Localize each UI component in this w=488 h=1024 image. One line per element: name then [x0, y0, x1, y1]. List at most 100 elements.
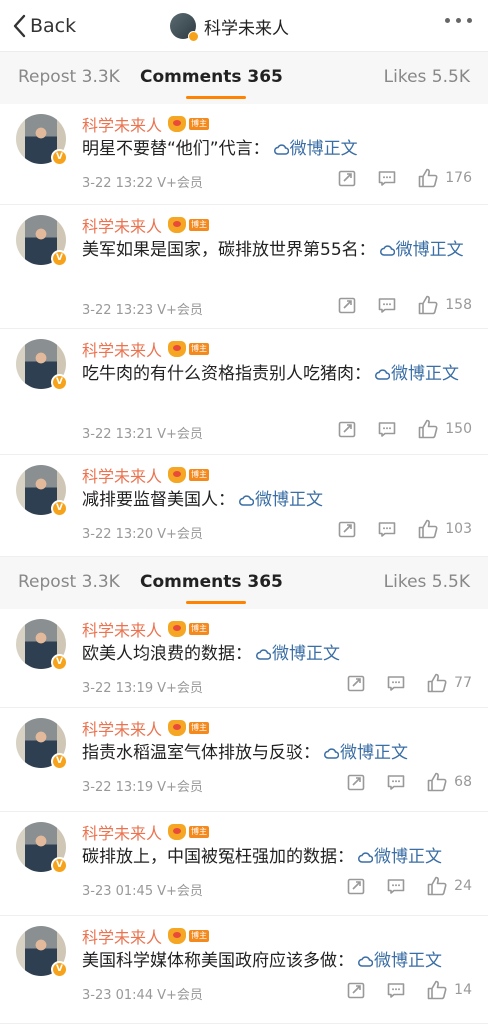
avatar[interactable]: V: [16, 465, 68, 517]
weibo-link[interactable]: 微博正文: [252, 644, 340, 664]
vip-label[interactable]: V+会员: [157, 527, 203, 542]
weibo-link-label: 微博正文: [374, 951, 442, 971]
reply-button[interactable]: [377, 295, 397, 315]
comment-item[interactable]: V 科学未来人 博主 吃牛肉的有什么资格指责别人吃猪肉： 微博正文 3-22 13…: [0, 329, 488, 455]
repost-button[interactable]: [337, 519, 357, 539]
weibo-link[interactable]: 微博正文: [376, 240, 464, 260]
author-tag: 博主: [189, 219, 210, 231]
vip-label[interactable]: V+会员: [157, 176, 203, 191]
vip-label[interactable]: V+会员: [157, 681, 203, 696]
repost-button[interactable]: [346, 772, 366, 792]
weibo-link[interactable]: 微博正文: [270, 139, 358, 159]
comment-meta: 3-22 13:22 V+会员: [82, 172, 203, 191]
author-tag: 博主: [189, 722, 210, 734]
weibo-link[interactable]: 微博正文: [235, 490, 323, 510]
avatar[interactable]: V: [16, 718, 68, 770]
reply-button[interactable]: [386, 772, 406, 792]
thumbs-up-icon: [418, 519, 438, 539]
header-avatar: [170, 13, 199, 42]
comment-time: 3-22 13:20: [82, 527, 154, 542]
vip-label[interactable]: V+会员: [157, 780, 203, 795]
avatar[interactable]: V: [16, 619, 68, 671]
comment-actions: 158: [317, 294, 472, 316]
tab-likes[interactable]: Likes 5.5K: [384, 572, 470, 592]
author-tag: 博主: [189, 623, 210, 635]
comment-author[interactable]: 科学未来人: [82, 213, 162, 237]
weibo-link[interactable]: 微博正文: [354, 951, 442, 971]
comment-item[interactable]: V 科学未来人 博主 指责水稻温室气体排放与反驳： 微博正文 3-22 13:19…: [0, 708, 488, 812]
weibo-link[interactable]: 微博正文: [354, 847, 442, 867]
repost-button[interactable]: [346, 673, 366, 693]
like-button[interactable]: 150: [417, 418, 472, 440]
verified-badge: [188, 31, 199, 42]
reply-button[interactable]: [386, 876, 406, 896]
vip-crown-icon: [168, 824, 187, 840]
avatar[interactable]: V: [16, 339, 68, 391]
comment-author[interactable]: 科学未来人: [82, 112, 162, 136]
comment-text: 美军如果是国家，碳排放世界第55名： 微博正文: [82, 236, 474, 264]
avatar[interactable]: V: [16, 822, 68, 874]
comment-actions: 103: [317, 518, 472, 540]
tab-likes[interactable]: Likes 5.5K: [384, 67, 470, 87]
reply-button[interactable]: [386, 980, 406, 1000]
comment-item[interactable]: V 科学未来人 博主 欧美人均浪费的数据： 微博正文 3-22 13:19 V+会员…: [0, 609, 488, 708]
verified-badge: V: [51, 753, 68, 770]
vip-label[interactable]: V+会员: [157, 427, 203, 442]
tab-comments[interactable]: Comments 365: [140, 572, 283, 592]
thumbs-up-icon: [427, 876, 447, 896]
like-button[interactable]: 176: [417, 167, 472, 189]
comment-body: 美军如果是国家，碳排放世界第55名：: [82, 240, 376, 260]
more-dots-icon[interactable]: [445, 18, 472, 23]
verified-badge: V: [51, 654, 68, 671]
comment-author-row: 科学未来人 博主: [82, 924, 210, 948]
chevron-left-icon: [13, 14, 26, 38]
comment-author[interactable]: 科学未来人: [82, 617, 162, 641]
vip-label[interactable]: V+会员: [157, 988, 203, 1003]
back-button[interactable]: Back: [12, 12, 76, 40]
like-button[interactable]: 158: [417, 294, 472, 316]
comment-author[interactable]: 科学未来人: [82, 463, 162, 487]
avatar[interactable]: V: [16, 114, 68, 166]
like-button[interactable]: 14: [426, 979, 472, 1001]
comment-item[interactable]: V 科学未来人 博主 明星不要替“他们”代言： 微博正文 3-22 13:22 V+…: [0, 104, 488, 205]
like-button[interactable]: 77: [426, 672, 472, 694]
verified-badge: V: [51, 250, 68, 267]
like-button[interactable]: 24: [426, 875, 472, 897]
repost-button[interactable]: [337, 419, 357, 439]
weibo-link[interactable]: 微博正文: [371, 364, 459, 384]
reply-button[interactable]: [377, 419, 397, 439]
author-tag: 博主: [189, 469, 210, 481]
tab-repost[interactable]: Repost 3.3K: [18, 67, 120, 87]
comment-author[interactable]: 科学未来人: [82, 337, 162, 361]
reply-button[interactable]: [377, 168, 397, 188]
reply-button[interactable]: [386, 673, 406, 693]
comment-author[interactable]: 科学未来人: [82, 716, 162, 740]
reply-button[interactable]: [377, 519, 397, 539]
comment-item[interactable]: V 科学未来人 博主 碳排放上，中国被冤枉强加的数据： 微博正文 3-23 01:…: [0, 812, 488, 916]
repost-button[interactable]: [346, 876, 366, 896]
comment-meta: 3-22 13:19 V+会员: [82, 677, 203, 696]
header-title-group[interactable]: 科学未来人: [170, 10, 289, 42]
avatar[interactable]: V: [16, 215, 68, 267]
repost-button[interactable]: [346, 980, 366, 1000]
avatar[interactable]: V: [16, 926, 68, 978]
comment-author[interactable]: 科学未来人: [82, 820, 162, 844]
verified-badge: V: [51, 374, 68, 391]
like-count: 24: [454, 878, 472, 894]
comment-item[interactable]: V 科学未来人 博主 美国科学媒体称美国政府应该多做： 微博正文 3-23 01:…: [0, 916, 488, 1024]
like-button[interactable]: 68: [426, 771, 472, 793]
like-button[interactable]: 103: [417, 518, 472, 540]
comment-author[interactable]: 科学未来人: [82, 924, 162, 948]
verified-badge: V: [51, 500, 68, 517]
comment-item[interactable]: V 科学未来人 博主 美军如果是国家，碳排放世界第55名： 微博正文 3-22 1…: [0, 205, 488, 329]
repost-button[interactable]: [337, 168, 357, 188]
repost-button[interactable]: [337, 295, 357, 315]
comment-item[interactable]: V 科学未来人 博主 减排要监督美国人： 微博正文 3-22 13:20 V+会员 …: [0, 455, 488, 557]
tab-repost[interactable]: Repost 3.3K: [18, 572, 120, 592]
comment-author-row: 科学未来人 博主: [82, 463, 210, 487]
weibo-link[interactable]: 微博正文: [320, 743, 408, 763]
vip-label[interactable]: V+会员: [157, 884, 203, 899]
comment-text: 吃牛肉的有什么资格指责别人吃猪肉： 微博正文: [82, 360, 474, 388]
tab-comments[interactable]: Comments 365: [140, 67, 283, 87]
vip-label[interactable]: V+会员: [157, 303, 203, 318]
